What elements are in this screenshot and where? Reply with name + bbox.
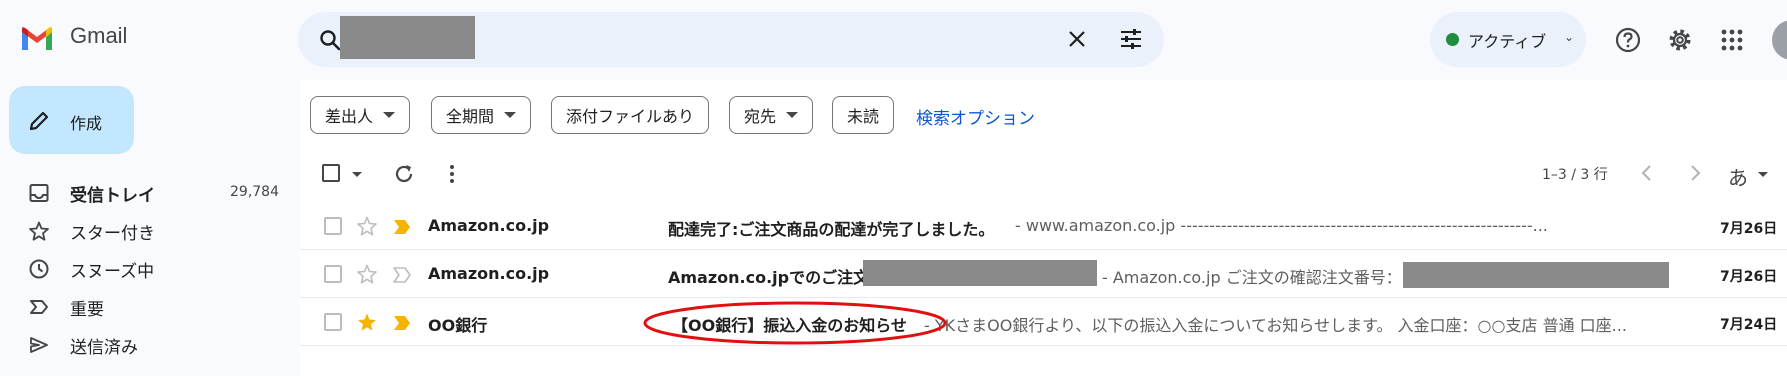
star-filled-icon[interactable] — [356, 311, 378, 333]
chip-label: 全期間 — [446, 107, 495, 126]
search-options-icon[interactable] — [1118, 26, 1144, 52]
inbox-count: 29,784 — [230, 184, 279, 200]
send-icon — [30, 337, 48, 353]
important-marker-icon[interactable] — [392, 314, 412, 332]
important-icon — [30, 300, 48, 314]
sidebar-item-label: 重要 — [70, 300, 104, 320]
refresh-icon[interactable] — [392, 162, 416, 186]
star-icon — [29, 221, 49, 241]
chevron-down-icon — [504, 112, 517, 118]
gmail-logo-icon[interactable] — [20, 26, 54, 52]
filter-chip-from[interactable]: 差出人 — [310, 96, 411, 134]
important-marker-icon[interactable] — [392, 266, 412, 284]
email-snippet: - Amazon.co.jp ご注文の確認注文番号： — [1102, 268, 1402, 287]
help-icon[interactable] — [1614, 26, 1642, 54]
redacted-order-number — [863, 260, 1097, 286]
annotation-ellipse — [643, 301, 947, 345]
chevron-down-icon — [786, 112, 799, 118]
email-sender: Amazon.co.jp — [428, 264, 550, 283]
inbox-icon — [29, 184, 49, 202]
sidebar-item-label: スター付き — [70, 224, 155, 244]
row-checkbox[interactable] — [324, 217, 342, 235]
email-date: 7月26日 — [1720, 221, 1778, 237]
chevron-left-icon[interactable] — [1636, 162, 1658, 184]
chip-label: 添付ファイルあり — [566, 107, 695, 126]
chevron-down-icon: ⌄ — [1564, 30, 1575, 44]
input-method-label[interactable]: あ — [1728, 162, 1748, 191]
apps-icon[interactable] — [1720, 28, 1744, 52]
chevron-down-icon[interactable] — [1758, 172, 1768, 177]
filter-chip-attachment[interactable]: 添付ファイルあり — [551, 96, 710, 134]
email-snippet: - YKさまOO銀行より、以下の振込入金についてお知らせします。 入金口座：○○… — [924, 316, 1627, 335]
row-checkbox[interactable] — [324, 313, 342, 331]
email-date: 7月24日 — [1720, 317, 1778, 333]
email-date: 7月26日 — [1720, 269, 1778, 285]
chip-label: 未読 — [847, 107, 880, 126]
pagination-info: 1–3 / 3 行 — [1542, 167, 1608, 183]
select-all-checkbox[interactable] — [322, 164, 340, 182]
chevron-down-icon[interactable] — [352, 172, 362, 177]
sidebar-item-label: スヌーズ中 — [70, 262, 155, 282]
search-icon[interactable] — [318, 28, 342, 52]
important-marker-icon[interactable] — [392, 218, 412, 236]
search-input-redacted[interactable] — [340, 16, 475, 59]
chevron-right-icon[interactable] — [1684, 162, 1706, 184]
email-subject: Amazon.co.jpでのご注文 — [668, 268, 870, 287]
email-subject: 配達完了:ご注文商品の配達が完了しました。 — [668, 220, 995, 239]
filter-chip-date[interactable]: 全期間 — [431, 96, 532, 134]
chip-label: 宛先 — [744, 107, 777, 126]
redacted-snippet — [1403, 262, 1669, 288]
sidebar-item-label: 受信トレイ — [70, 186, 155, 206]
email-sender: OO銀行 — [428, 316, 488, 335]
status-label: アクティブ — [1468, 32, 1547, 51]
star-icon[interactable] — [356, 263, 378, 285]
more-vert-icon[interactable] — [440, 162, 464, 186]
email-snippet: - www.amazon.co.jp ---------------------… — [1015, 216, 1548, 235]
close-icon[interactable] — [1064, 26, 1090, 52]
app-name: Gmail — [70, 23, 128, 48]
filter-chip-to[interactable]: 宛先 — [729, 96, 814, 134]
chevron-down-icon — [383, 112, 396, 118]
email-sender: Amazon.co.jp — [428, 216, 550, 235]
compose-label: 作成 — [70, 114, 103, 133]
clock-icon — [29, 259, 49, 279]
advanced-search-link[interactable]: 検索オプション — [916, 104, 1035, 129]
filter-chip-unread[interactable]: 未読 — [832, 96, 895, 134]
status-dot-icon — [1446, 33, 1459, 46]
row-checkbox[interactable] — [324, 265, 342, 283]
pencil-icon — [29, 111, 49, 131]
sidebar-item-label: 送信済み — [70, 338, 138, 358]
gear-icon[interactable] — [1666, 26, 1694, 54]
chip-label: 差出人 — [325, 107, 374, 126]
star-icon[interactable] — [356, 215, 378, 237]
